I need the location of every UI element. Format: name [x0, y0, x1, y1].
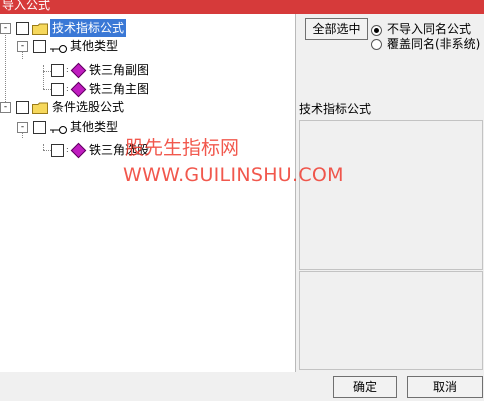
tree-connector [43, 89, 51, 90]
tree-checkbox[interactable] [51, 144, 64, 157]
tree-node-label[interactable]: 条件选股公式 [52, 98, 124, 116]
no-import-radio[interactable] [371, 25, 382, 36]
collapse-icon[interactable]: - [17, 122, 28, 133]
dialog-footer: 确定 取消 [0, 372, 484, 401]
cancel-button[interactable]: 取消 [407, 376, 483, 398]
dots-icon: : [66, 145, 69, 154]
tree-node-label[interactable]: 铁三角主图 [89, 80, 149, 98]
formula-icon [70, 81, 87, 98]
collapse-icon[interactable]: - [0, 23, 11, 34]
no-import-label[interactable]: 不导入同名公式 [387, 22, 471, 36]
folder-icon [32, 101, 48, 114]
options-panel: 全部选中 不导入同名公式 覆盖同名(非系统) 技术指标公式 [296, 14, 484, 372]
folder-icon [32, 22, 48, 35]
formula-type-label: 技术指标公式 [299, 102, 372, 116]
tree-node-label[interactable]: 铁三角副图 [89, 61, 149, 79]
watermark-url: WWW.GUILINSHU.COM [123, 164, 344, 186]
overwrite-label[interactable]: 覆盖同名(非系统) [387, 37, 480, 51]
ok-button[interactable]: 确定 [333, 376, 397, 398]
collapse-icon[interactable]: - [17, 41, 28, 52]
title-bar: 导入公式 [0, 0, 484, 14]
tree-node-label[interactable]: 技术指标公式 [50, 19, 127, 37]
formula-description-box[interactable] [299, 120, 483, 270]
tree-node-other-types[interactable]: - 其他类型 [17, 37, 177, 55]
tree-connector [43, 65, 44, 89]
formula-icon [70, 62, 87, 79]
formula-tree[interactable]: - 技术指标公式 - 其他类型 : 铁三角副图 : 铁三角主图 - 条件选股公式… [0, 14, 296, 373]
type-icon [50, 122, 68, 134]
import-formula-dialog: 导入公式 - 技术指标公式 - 其他类型: 铁三角副图: 铁三角主图 - 条… [0, 0, 484, 401]
dots-icon: : [66, 65, 69, 74]
tree-checkbox[interactable] [16, 22, 29, 35]
formula-params-box[interactable] [299, 271, 483, 370]
tree-checkbox[interactable] [51, 83, 64, 96]
tree-node-other-types[interactable]: - 其他类型 [17, 118, 177, 136]
tree-connector [43, 150, 51, 151]
window-title: 导入公式 [2, 0, 51, 12]
type-icon [50, 41, 68, 53]
tree-node-label[interactable]: 其他类型 [70, 118, 118, 136]
tree-checkbox[interactable] [33, 121, 46, 134]
tree-node-formula[interactable]: : 铁三角主图 [51, 80, 191, 98]
tree-node-label[interactable]: 其他类型 [70, 37, 118, 55]
tree-node-formula[interactable]: : 铁三角副图 [51, 61, 191, 79]
select-all-button[interactable]: 全部选中 [305, 18, 368, 40]
tree-checkbox[interactable] [16, 101, 29, 114]
overwrite-radio[interactable] [371, 39, 382, 50]
tree-checkbox[interactable] [51, 64, 64, 77]
collapse-icon[interactable]: - [0, 102, 11, 113]
tree-connector [43, 71, 51, 72]
dots-icon: : [66, 84, 69, 93]
tree-node-technical-indicators[interactable]: - 技术指标公式 [0, 19, 200, 37]
formula-icon [70, 142, 87, 159]
tree-checkbox[interactable] [33, 40, 46, 53]
watermark-title: 股先生指标网 [125, 137, 240, 159]
tree-node-stock-screening[interactable]: - 条件选股公式 [0, 98, 200, 116]
